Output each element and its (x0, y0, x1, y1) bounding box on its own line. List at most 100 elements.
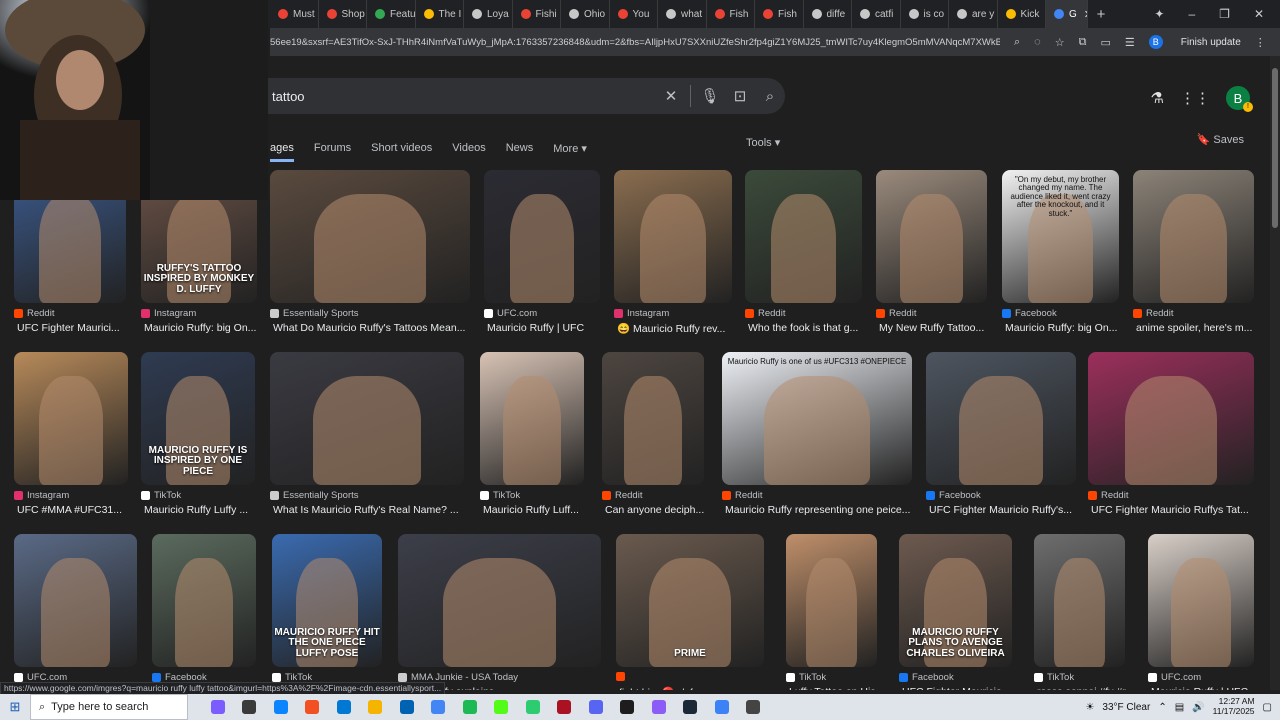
filter-tab[interactable]: News (506, 142, 534, 154)
menu-dots-icon[interactable]: ⋮ (1255, 36, 1266, 49)
result-thumbnail[interactable]: "On my debut, my brother changed my name… (1002, 170, 1119, 303)
result-thumbnail[interactable]: MAURICIO RUFFY PLANS TO AVENGE CHARLES O… (899, 534, 1012, 667)
taskbar-app-icon[interactable] (706, 694, 738, 720)
browser-tab[interactable]: is co (901, 0, 949, 28)
taskbar-app-icon[interactable] (517, 694, 549, 720)
result-title[interactable]: Mauricio Ruffy | UFC (1151, 686, 1267, 690)
taskbar-app-icon[interactable] (454, 694, 486, 720)
result-thumbnail[interactable]: Mauricio Ruffy is one of us #UFC313 #ONE… (722, 352, 912, 485)
browser-tab[interactable]: Ohio (561, 0, 610, 28)
result-title[interactable]: What Is Mauricio Ruffy's Real Name? ... (273, 504, 477, 516)
taskbar-app-icon[interactable] (549, 694, 581, 720)
browser-tab[interactable]: diffe (804, 0, 852, 28)
result-thumbnail[interactable] (926, 352, 1076, 485)
result-title[interactable]: Luffy Tattoo on His... (789, 686, 890, 690)
result-title[interactable]: UFC Fighter Mauricio Ruffy's... (929, 504, 1089, 516)
result-title[interactable]: UFC #MMA #UFC31... (17, 504, 141, 516)
taskbar-app-icon[interactable] (486, 694, 518, 720)
new-tab-button[interactable]: + (1088, 6, 1114, 23)
clear-icon[interactable]: ✕ (656, 87, 686, 105)
result-thumbnail[interactable]: MAURICIO RUFFY HIT THE ONE PIECE LUFFY P… (272, 534, 382, 667)
browser-tab[interactable]: Fish (707, 0, 755, 28)
search-icon[interactable]: ⌕ (755, 88, 785, 105)
search-query[interactable]: tattoo (272, 89, 656, 104)
taskbar-app-icon[interactable] (360, 694, 392, 720)
eye-off-icon[interactable]: ◌ (1034, 36, 1041, 48)
profile-avatar[interactable]: B (1148, 35, 1163, 49)
filter-tab[interactable]: Forums (314, 142, 351, 154)
result-thumbnail[interactable]: MAURICIO RUFFY IS INSPIRED BY ONE PIECE (141, 352, 255, 485)
result-thumbnail[interactable] (614, 170, 732, 303)
filter-tab[interactable]: ages (270, 142, 294, 162)
taskbar-app-icon[interactable] (202, 694, 234, 720)
browser-tab[interactable]: catfi (852, 0, 901, 28)
result-thumbnail[interactable] (398, 534, 601, 667)
taskbar-search[interactable]: ⌕ Type here to search (30, 694, 188, 720)
result-title[interactable]: Mauricio Ruffy: big On... (1005, 322, 1132, 334)
browser-tab[interactable]: Fishi (513, 0, 561, 28)
result-title[interactable]: Mauricio Ruffy Luffy ... (144, 504, 268, 516)
clock[interactable]: 12:27 AM 11/17/2025 (1213, 696, 1255, 717)
result-thumbnail[interactable] (480, 352, 584, 485)
browser-tab[interactable]: Kick (998, 0, 1046, 28)
taskbar-app-icon[interactable] (738, 694, 770, 720)
result-thumbnail[interactable] (876, 170, 987, 303)
result-title[interactable]: Mauricio Ruffy: big On... (144, 322, 270, 334)
result-title[interactable]: Mauricio Ruffy representing one peice... (725, 504, 925, 516)
result-title[interactable]: Mauricio Ruffy | UFC (487, 322, 613, 334)
result-thumbnail[interactable] (1034, 534, 1125, 667)
taskbar-app-icon[interactable] (643, 694, 675, 720)
result-thumbnail[interactable] (484, 170, 600, 303)
browser-tab[interactable]: You (610, 0, 658, 28)
taskbar-app-icon[interactable] (675, 694, 707, 720)
result-thumbnail[interactable] (152, 534, 256, 667)
result-title[interactable]: Can anyone deciph... (605, 504, 717, 516)
reading-list-icon[interactable]: ☰ (1125, 36, 1135, 49)
filter-tab[interactable]: Short videos (371, 142, 432, 154)
bookmark-star-icon[interactable]: ☆ (1055, 36, 1065, 49)
browser-tab[interactable]: Fish (755, 0, 804, 28)
close-window-icon[interactable]: ✕ (1254, 7, 1264, 21)
result-title[interactable]: 😄 Mauricio Ruffy rev... (617, 322, 745, 335)
maximize-icon[interactable]: ❐ (1219, 7, 1230, 21)
labs-flask-icon[interactable]: ⚗ (1151, 89, 1164, 107)
result-title[interactable]: UFC Fighter Mauricio... (902, 686, 1025, 690)
result-thumbnail[interactable] (1148, 534, 1254, 667)
page-scrollbar[interactable] (1270, 56, 1280, 690)
taskbar-app-icon[interactable] (328, 694, 360, 720)
taskbar-app-icon[interactable] (234, 694, 266, 720)
tab-active[interactable]: G✕ (1046, 0, 1088, 28)
saves-button[interactable]: 🔖 Saves (1197, 133, 1244, 146)
filter-tab[interactable]: More ▾ (553, 142, 587, 155)
volume-icon[interactable]: 🔊 (1192, 702, 1204, 713)
browser-tab[interactable]: Featu (367, 0, 416, 28)
network-icon[interactable]: ▤ (1175, 702, 1184, 713)
browser-tab[interactable]: Shop (319, 0, 367, 28)
finish-update-button[interactable]: Finish update (1181, 37, 1241, 48)
zoom-icon[interactable]: ⌕ (1014, 36, 1020, 49)
minimize-icon[interactable]: – (1188, 7, 1195, 21)
result-thumbnail[interactable] (270, 170, 470, 303)
result-thumbnail[interactable] (745, 170, 862, 303)
taskbar-app-icon[interactable] (423, 694, 455, 720)
taskbar-app-icon[interactable] (265, 694, 297, 720)
browser-tab[interactable]: The I (416, 0, 464, 28)
extensions-icon[interactable]: ⧉ (1079, 36, 1087, 49)
taskbar-app-icon[interactable] (297, 694, 329, 720)
result-thumbnail[interactable] (1088, 352, 1254, 485)
taskbar-app-icon[interactable] (391, 694, 423, 720)
browser-tab[interactable]: Must (270, 0, 319, 28)
apps-grid-icon[interactable]: ⋮⋮ (1180, 89, 1210, 107)
browser-tab[interactable]: Loya (464, 0, 513, 28)
taskbar-app-icon[interactable] (580, 694, 612, 720)
result-title[interactable]: UFC Fighter Maurici... (17, 322, 139, 334)
result-thumbnail[interactable] (1133, 170, 1254, 303)
cast-icon[interactable]: ▭ (1100, 36, 1110, 49)
account-avatar[interactable]: B! (1226, 86, 1253, 112)
tools-button[interactable]: Tools ▾ (746, 136, 780, 149)
result-title[interactable]: UFC Fighter Mauricio Ruffys Tat... (1091, 504, 1267, 516)
result-title[interactable]: anime spoiler, here's m... (1136, 322, 1267, 334)
result-thumbnail[interactable] (14, 352, 128, 485)
result-title[interactable]: What Do Mauricio Ruffy's Tattoos Mean... (273, 322, 483, 334)
result-thumbnail[interactable] (602, 352, 704, 485)
